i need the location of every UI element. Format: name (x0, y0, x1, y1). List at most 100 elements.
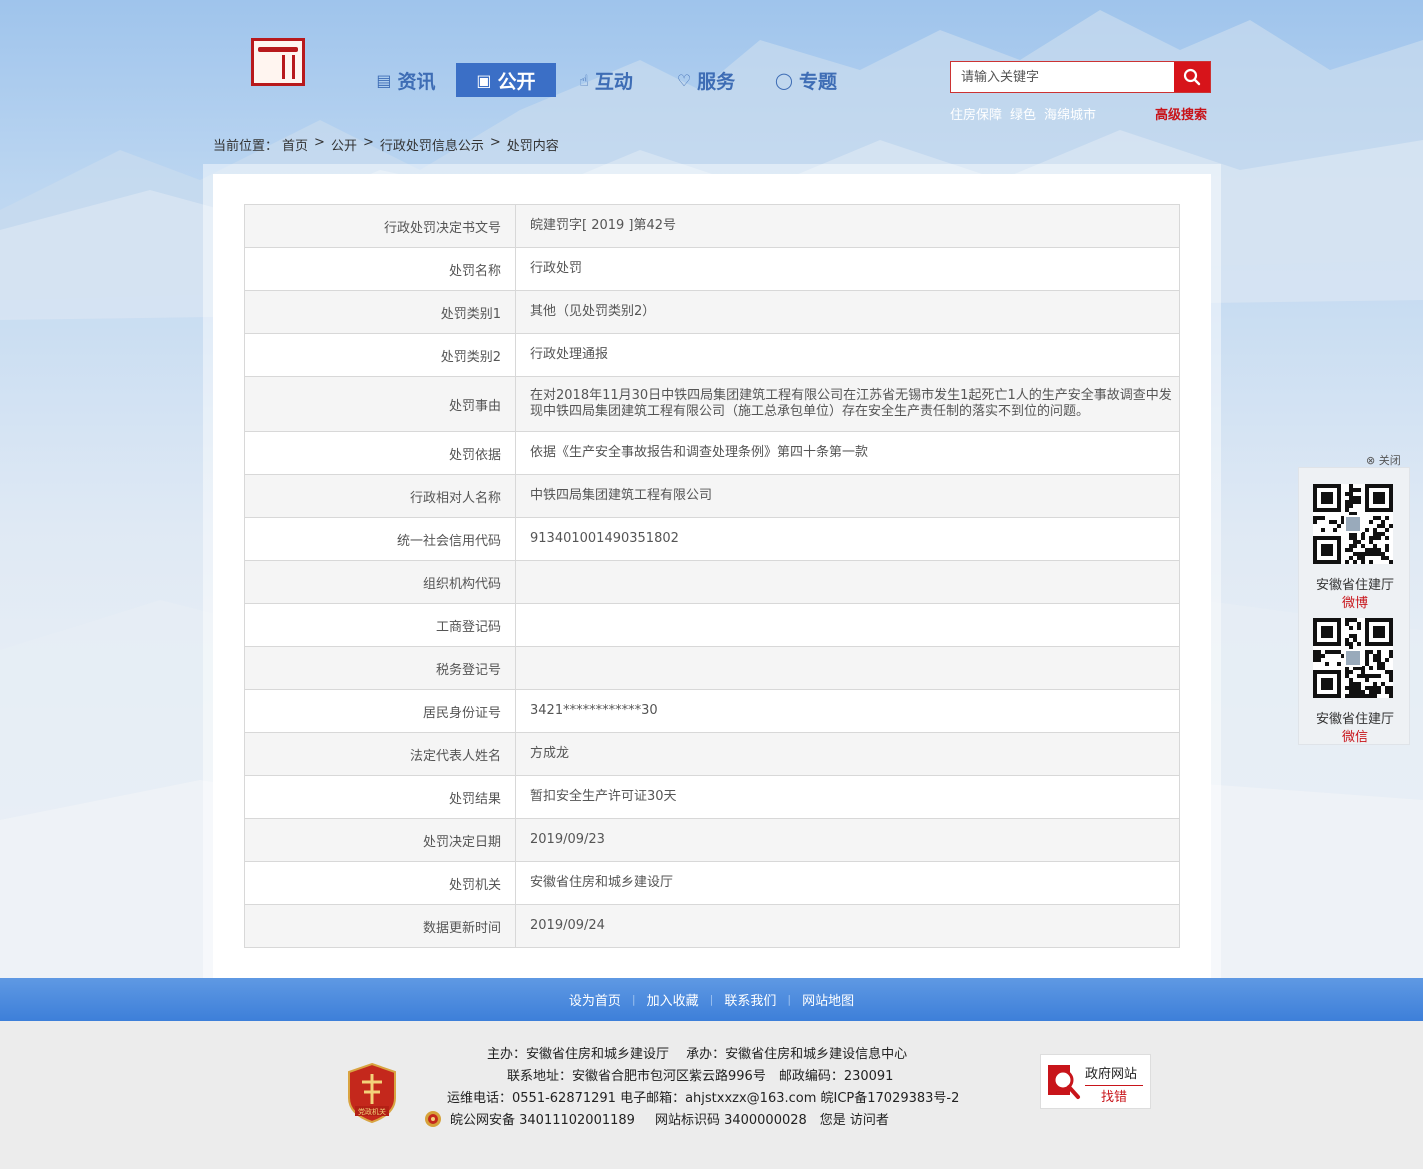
field-label: 处罚依据 (244, 431, 516, 475)
contact-us-link[interactable]: 联系我们 (713, 990, 787, 1009)
qr-platform-weibo[interactable]: 微博 (1299, 592, 1411, 611)
field-label: 处罚结果 (244, 775, 516, 819)
site-logo[interactable] (251, 38, 305, 86)
nav-item-interact[interactable]: ☝ 互动 (556, 63, 656, 97)
table-row: 处罚事由 在对2018年11月30日中铁四局集团建筑工程有限公司在江苏省无锡市发生… (244, 376, 1180, 432)
breadcrumb-sep: > (362, 135, 374, 150)
nav-label: 互动 (594, 70, 633, 93)
field-value: 行政处理通报 (515, 333, 1180, 377)
close-label: 关闭 (1378, 454, 1401, 467)
field-value: 安徽省住房和城乡建设厅 (515, 861, 1180, 905)
table-row: 组织机构代码 (244, 560, 1180, 604)
search-input[interactable] (951, 62, 1174, 92)
nav-item-news[interactable]: ▤ 资讯 (356, 63, 456, 97)
heart-icon: ♡ (676, 70, 692, 90)
police-badge-icon (425, 1110, 441, 1127)
emblem-label: 党政机关 (358, 1107, 386, 1116)
hot-keywords: 住房保障 绿色 海绵城市 (950, 104, 1096, 123)
hotword-link[interactable]: 绿色 (1010, 104, 1036, 123)
gov-site-error-report[interactable]: 政府网站 找错 (1040, 1054, 1151, 1109)
advanced-search-link[interactable]: 高级搜索 (1155, 104, 1207, 123)
party-government-emblem[interactable]: 党政机关 (345, 1062, 399, 1124)
field-value: 2019/09/24 (515, 904, 1180, 948)
nav-label: 公开 (497, 70, 536, 93)
field-value: 皖建罚字[ 2019 ]第42号 (515, 204, 1180, 248)
field-label: 数据更新时间 (244, 904, 516, 948)
hotword-link[interactable]: 住房保障 (950, 104, 1002, 123)
breadcrumb-current: 处罚内容 (506, 139, 559, 154)
table-row: 居民身份证号 3421************30 (244, 689, 1180, 733)
error-badge-action: 找错 (1085, 1085, 1143, 1105)
field-value: 行政处罚 (515, 247, 1180, 291)
table-row: 行政处罚决定书文号 皖建罚字[ 2019 ]第42号 (244, 204, 1180, 248)
field-value: 在对2018年11月30日中铁四局集团建筑工程有限公司在江苏省无锡市发生1起死亡… (515, 376, 1180, 432)
nav-item-topic[interactable]: ◯ 专题 (756, 63, 856, 97)
field-label: 处罚决定日期 (244, 818, 516, 862)
field-label: 组织机构代码 (244, 560, 516, 604)
table-row: 处罚机关 安徽省住房和城乡建设厅 (244, 861, 1180, 905)
qr-platform-wechat[interactable]: 微信 (1299, 726, 1411, 745)
table-row: 统一社会信用代码 913401001490351802 (244, 517, 1180, 561)
table-row: 处罚名称 行政处罚 (244, 247, 1180, 291)
field-value: 方成龙 (515, 732, 1180, 776)
sitemap-link[interactable]: 网站地图 (791, 990, 865, 1009)
field-value: 中铁四局集团建筑工程有限公司 (515, 474, 1180, 518)
table-row: 处罚类别1 其他（见处罚类别2） (244, 290, 1180, 334)
add-favorite-link[interactable]: 加入收藏 (636, 990, 710, 1009)
breadcrumb: 当前位置： 首页 > 公开 > 行政处罚信息公示 > 处罚内容 (213, 135, 559, 154)
breadcrumb-penalty-info[interactable]: 行政处罚信息公示 (380, 135, 484, 154)
breadcrumb-prefix: 当前位置： (213, 139, 279, 154)
field-label: 处罚类别2 (244, 333, 516, 377)
search-button[interactable] (1174, 62, 1210, 92)
weibo-qr-code (1313, 484, 1393, 564)
search-icon (1183, 68, 1201, 86)
nav-label: 专题 (798, 70, 837, 93)
qr-code-float: 安徽省住建厅 微博 安徽省住建厅 微信 (1298, 467, 1410, 745)
table-row: 处罚决定日期 2019/09/23 (244, 818, 1180, 862)
table-row: 法定代表人姓名 方成龙 (244, 732, 1180, 776)
nav-item-service[interactable]: ♡ 服务 (656, 63, 756, 97)
nav-item-open[interactable]: ▣ 公开 (456, 63, 556, 97)
field-label: 处罚事由 (244, 376, 516, 432)
field-value: 其他（见处罚类别2） (515, 290, 1180, 334)
nav-label: 资讯 (397, 70, 436, 93)
field-label: 工商登记码 (244, 603, 516, 647)
error-badge-title: 政府网站 (1085, 1067, 1138, 1082)
penalty-detail-table: 行政处罚决定书文号 皖建罚字[ 2019 ]第42号 处罚名称 行政处罚 处罚类别1 其他… (244, 204, 1180, 948)
table-row: 处罚依据 依据《生产安全事故报告和调查处理条例》第四十条第一款 (244, 431, 1180, 475)
field-label: 处罚名称 (244, 247, 516, 291)
breadcrumb-home[interactable]: 首页 (282, 135, 308, 154)
table-row: 处罚结果 暂扣安全生产许可证30天 (244, 775, 1180, 819)
field-label: 行政处罚决定书文号 (244, 204, 516, 248)
table-row: 行政相对人名称 中铁四局集团建筑工程有限公司 (244, 474, 1180, 518)
field-value: 913401001490351802 (515, 517, 1180, 561)
hotword-link[interactable]: 海绵城市 (1044, 104, 1096, 123)
site-identifier: 网站标识码 3400000028 您是 访问者 (654, 1113, 889, 1128)
field-value (515, 646, 1180, 690)
field-label: 统一社会信用代码 (244, 517, 516, 561)
set-homepage-link[interactable]: 设为首页 (558, 990, 632, 1009)
footer-police-line: 皖公网安备 34011102001189 网站标识码 3400000028 您是… (424, 1109, 889, 1128)
field-value: 2019/09/23 (515, 818, 1180, 862)
breadcrumb-sep: > (489, 135, 501, 150)
field-label: 税务登记号 (244, 646, 516, 690)
main-nav: ▤ 资讯 ▣ 公开 ☝ 互动 ♡ 服务 ◯ 专题 (356, 63, 856, 97)
nav-label: 服务 (697, 70, 736, 93)
qr-close-button[interactable]: ⊗ 关闭 (1366, 452, 1401, 468)
qr-account-name: 安徽省住建厅 (1315, 712, 1394, 727)
field-label: 行政相对人名称 (244, 474, 516, 518)
book-icon: ▣ (476, 70, 492, 90)
field-value: 暂扣安全生产许可证30天 (515, 775, 1180, 819)
footer-contact: 运维电话：0551-62871291 电子邮箱：ahjstxxzx@163.co… (447, 1091, 960, 1106)
field-label: 处罚机关 (244, 861, 516, 905)
table-row: 税务登记号 (244, 646, 1180, 690)
qr-account-name: 安徽省住建厅 (1315, 578, 1394, 593)
hand-icon: ☝ (579, 70, 589, 90)
list-icon: ▤ (376, 70, 392, 90)
breadcrumb-open[interactable]: 公开 (331, 135, 357, 154)
chat-icon: ◯ (775, 70, 793, 90)
search-box (950, 61, 1211, 93)
field-label: 居民身份证号 (244, 689, 516, 733)
police-record[interactable]: 皖公网安备 34011102001189 (450, 1109, 635, 1128)
table-row: 数据更新时间 2019/09/24 (244, 904, 1180, 948)
